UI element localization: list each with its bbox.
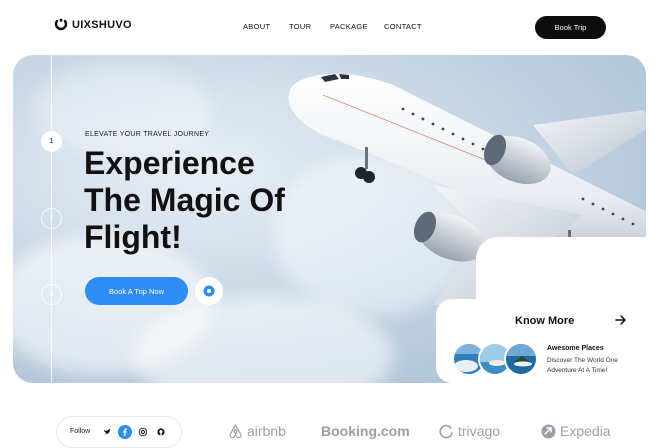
github-icon[interactable] [154, 425, 168, 439]
play-video-button[interactable] [195, 277, 223, 305]
follow-label: Follow [70, 428, 91, 435]
nav-package[interactable]: PACKAGE [330, 22, 368, 31]
step-1[interactable]: 1 [41, 131, 62, 152]
step-2[interactable]: 2 [41, 208, 62, 229]
trivago-text: trivago [458, 423, 501, 439]
awesome-places-title: Awesome Places [547, 345, 604, 352]
airbnb-text: airbnb [247, 423, 286, 439]
facebook-icon[interactable] [118, 425, 132, 439]
nav-tour[interactable]: TOUR [289, 22, 311, 31]
nav-about[interactable]: ABOUT [243, 22, 270, 31]
step-3[interactable]: 3 [41, 284, 62, 305]
know-more-title[interactable]: Know More [515, 315, 574, 327]
sea-image [506, 344, 536, 374]
play-icon [203, 285, 215, 297]
book-a-trip-button[interactable]: Book A Trip Now [85, 277, 188, 305]
logo-mark-icon [54, 18, 68, 31]
twitter-icon[interactable] [100, 425, 114, 439]
awesome-places-desc: Discover The World One Adventure At A Ti… [547, 357, 618, 374]
place-thumbnail[interactable] [504, 342, 538, 376]
hero-eyebrow: ELEVATE YOUR TRAVEL JOURNEY [85, 131, 210, 138]
expedia-logo: Expedia [541, 423, 611, 439]
instagram-icon[interactable] [136, 425, 150, 439]
arrow-right-icon[interactable] [614, 313, 628, 327]
logo-text: UIXSHUVO [72, 19, 132, 31]
logo[interactable]: UIXSHUVO [54, 18, 132, 32]
book-trip-button[interactable]: Book Trip [535, 16, 606, 39]
top-header: UIXSHUVO ABOUT TOUR PACKAGE CONTACT Book… [0, 0, 658, 54]
trivago-logo: trivago [439, 423, 500, 439]
booking-logo: Booking.com [321, 423, 410, 439]
airbnb-icon [229, 423, 242, 438]
nav-contact[interactable]: CONTACT [384, 22, 422, 31]
airbnb-logo: airbnb [228, 423, 286, 439]
expedia-text: Expedia [560, 423, 611, 439]
expedia-icon [541, 424, 556, 438]
booking-text: Booking.com [321, 423, 410, 439]
trivago-icon [439, 424, 453, 438]
places-thumbnails [452, 342, 540, 376]
